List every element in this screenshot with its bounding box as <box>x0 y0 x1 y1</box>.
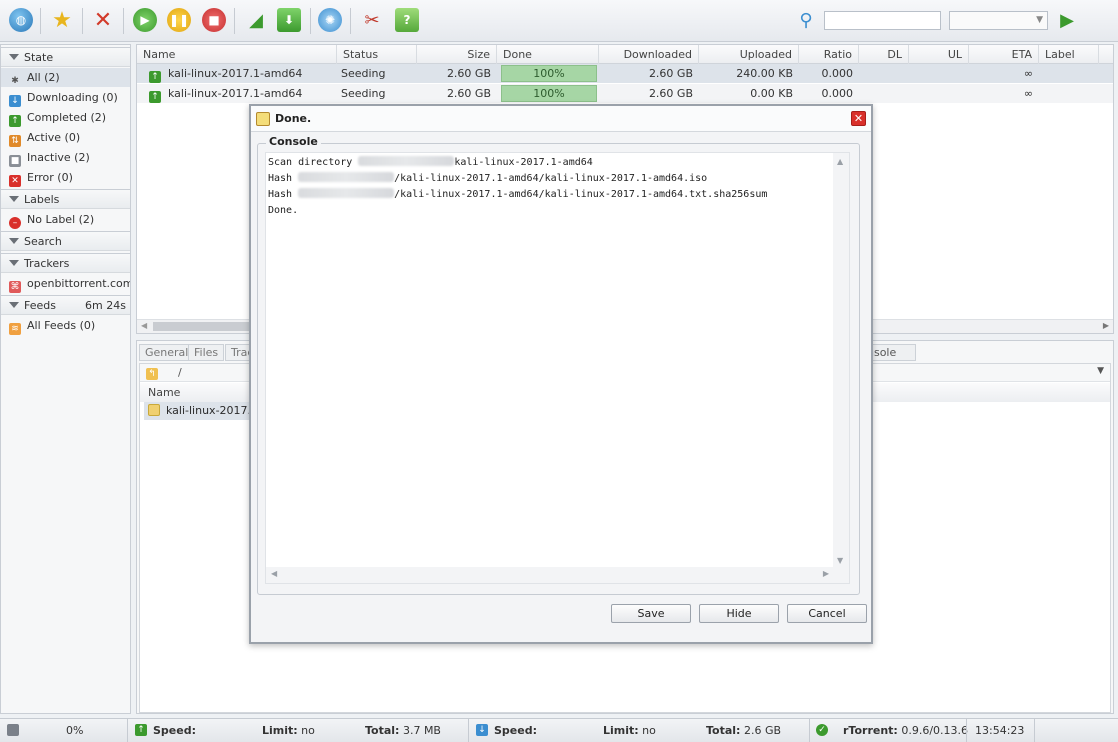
console-line-suffix: /kali-linux-2017.1-amd64/kali-linux-2017… <box>394 189 768 200</box>
scroll-left-icon[interactable]: ◀ <box>271 569 277 578</box>
console-line-prefix: Hash <box>268 189 299 200</box>
console-line-prefix: Scan directory <box>268 157 359 168</box>
console-line-prefix: Hash <box>268 173 299 184</box>
console-group: Console Scan directory kali-linux-2017.1… <box>257 135 860 595</box>
save-button[interactable]: Save <box>611 604 691 623</box>
dialog-notepad-icon <box>256 112 270 126</box>
scroll-up-icon[interactable]: ▲ <box>837 157 843 166</box>
console-line-suffix: /kali-linux-2017.1-amd64/kali-linux-2017… <box>394 173 708 184</box>
console-legend: Console <box>266 135 321 148</box>
scroll-down-icon[interactable]: ▼ <box>837 556 843 565</box>
redacted-path <box>298 188 395 198</box>
console-vertical-scrollbar[interactable]: ▲ ▼ <box>833 153 849 569</box>
scroll-right-icon[interactable]: ▶ <box>823 569 829 578</box>
done-dialog: Done. ✕ Console Scan directory kali-linu… <box>249 104 873 644</box>
redacted-path <box>358 156 455 166</box>
dialog-title: Done. <box>275 112 312 125</box>
console-horizontal-scrollbar[interactable]: ◀ ▶ <box>266 567 849 583</box>
modal-overlay: Done. ✕ Console Scan directory kali-linu… <box>0 0 1118 742</box>
close-icon[interactable]: ✕ <box>851 111 866 126</box>
console-line: Hash /kali-linux-2017.1-amd64/kali-linux… <box>268 171 707 187</box>
dialog-title-bar[interactable]: Done. ✕ <box>251 106 871 132</box>
console-output[interactable]: Scan directory kali-linux-2017.1-amd64 H… <box>265 152 850 584</box>
console-line: Scan directory kali-linux-2017.1-amd64 <box>268 155 593 171</box>
cancel-button[interactable]: Cancel <box>787 604 867 623</box>
hide-button[interactable]: Hide <box>699 604 779 623</box>
console-line-suffix: kali-linux-2017.1-amd64 <box>454 157 593 168</box>
console-line-prefix: Done. <box>268 205 299 216</box>
console-line: Done. <box>268 203 298 219</box>
redacted-path <box>298 172 395 182</box>
console-line: Hash /kali-linux-2017.1-amd64/kali-linux… <box>268 187 767 203</box>
